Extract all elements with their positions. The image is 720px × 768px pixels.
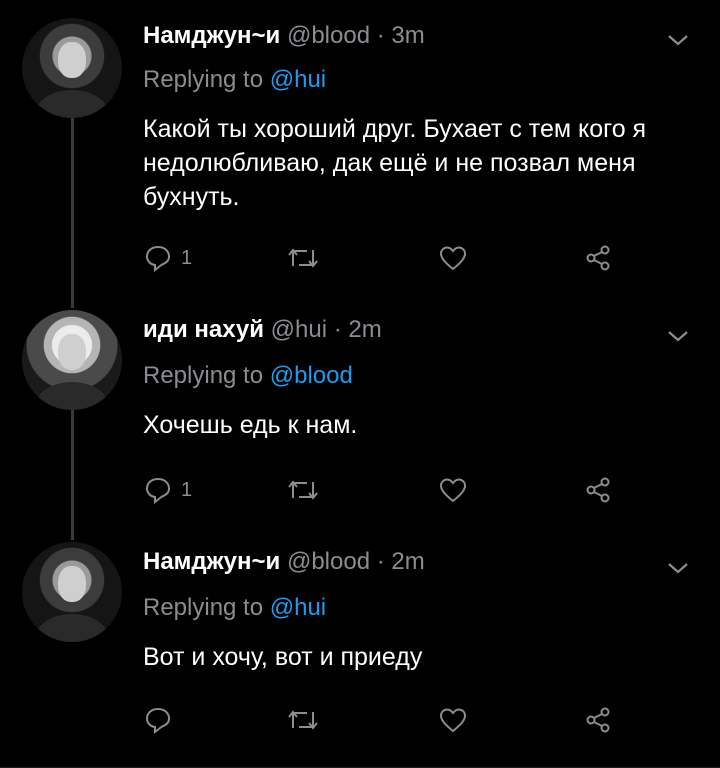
chevron-down-icon[interactable] [666, 328, 690, 344]
reply-button[interactable]: 1 [143, 472, 192, 508]
heart-icon [439, 708, 467, 733]
user-handle[interactable]: @blood [287, 548, 370, 575]
reply-icon [145, 245, 171, 273]
share-icon [586, 245, 610, 271]
tweet-2[interactable]: иди нахуй @hui · 2m Replying to @blood Х… [0, 296, 720, 536]
share-button[interactable] [583, 240, 613, 276]
separator-dot: · [376, 22, 385, 49]
like-button[interactable] [438, 240, 468, 276]
chevron-down-icon[interactable] [666, 560, 690, 576]
display-name[interactable]: Намджун~и [143, 548, 280, 575]
like-button[interactable] [438, 472, 468, 508]
separator-dot: · [333, 316, 342, 343]
tweet-3[interactable]: Намджун~и @blood · 2m Replying to @hui В… [0, 528, 720, 768]
reply-count: 1 [181, 478, 193, 501]
reply-icon [145, 477, 171, 505]
tweet-text: Какой ты хороший друг. Бухает с тем кого… [143, 115, 647, 211]
avatar[interactable] [22, 18, 122, 118]
tweet-header: Намджун~и @blood · 2m [143, 548, 425, 576]
avatar[interactable] [22, 542, 122, 642]
chevron-down-icon[interactable] [666, 32, 690, 48]
mention-link[interactable]: @hui [270, 66, 326, 93]
replying-to: Replying to @hui [143, 66, 326, 94]
user-handle[interactable]: @hui [271, 316, 327, 343]
replying-to: Replying to @blood [143, 362, 353, 390]
mention-link[interactable]: @hui [270, 594, 326, 621]
action-bar [143, 702, 643, 738]
share-button[interactable] [583, 702, 613, 738]
avatar[interactable] [22, 310, 122, 410]
separator-dot: · [376, 548, 385, 575]
tweet-header: иди нахуй @hui · 2m [143, 316, 382, 344]
share-icon [586, 707, 610, 733]
replying-prefix: Replying to [143, 66, 270, 93]
replying-prefix: Replying to [143, 362, 270, 389]
tweet-1[interactable]: Намджун~и @blood · 3m Replying to @hui К… [0, 0, 720, 300]
user-handle[interactable]: @blood [287, 22, 370, 49]
heart-icon [439, 246, 467, 271]
mention-link[interactable]: @blood [270, 362, 353, 389]
retweet-icon [288, 480, 318, 500]
action-bar: 1 [143, 472, 643, 508]
retweet-icon [288, 248, 318, 268]
timestamp[interactable]: 2m [391, 548, 424, 575]
share-icon [586, 477, 610, 503]
replying-prefix: Replying to [143, 594, 270, 621]
timestamp[interactable]: 3m [391, 22, 424, 49]
tweet-text: Вот и хочу, вот и приеду [143, 643, 423, 671]
retweet-button[interactable] [287, 702, 319, 738]
timestamp[interactable]: 2m [348, 316, 381, 343]
action-bar: 1 [143, 240, 643, 276]
retweet-icon [288, 710, 318, 730]
share-button[interactable] [583, 472, 613, 508]
replying-to: Replying to @hui [143, 594, 326, 622]
reply-button[interactable] [143, 702, 181, 738]
display-name[interactable]: Намджун~и [143, 22, 280, 49]
retweet-button[interactable] [287, 240, 319, 276]
reply-icon [145, 707, 171, 735]
heart-icon [439, 478, 467, 503]
tweet-header: Намджун~и @blood · 3m [143, 22, 425, 50]
reply-button[interactable]: 1 [143, 240, 192, 276]
like-button[interactable] [438, 702, 468, 738]
tweet-text: Хочешь едь к нам. [143, 411, 358, 439]
display-name[interactable]: иди нахуй [143, 316, 264, 343]
retweet-button[interactable] [287, 472, 319, 508]
reply-count: 1 [181, 246, 193, 269]
